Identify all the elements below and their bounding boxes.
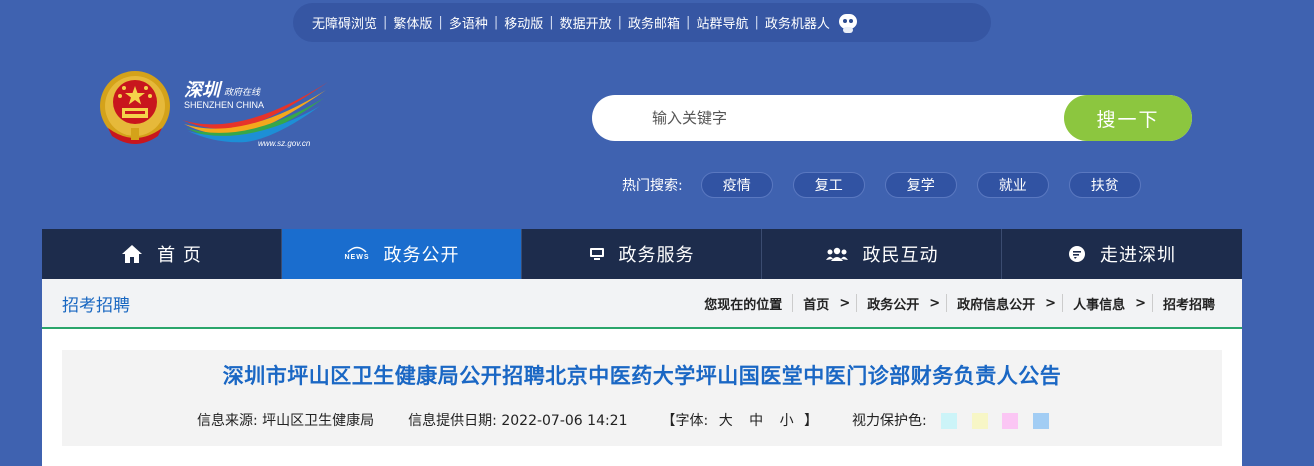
logo-script-small: 政府在线 xyxy=(224,87,261,98)
breadcrumb-gov-affairs[interactable]: 政务公开 xyxy=(860,294,926,313)
breadcrumb-info-disclosure[interactable]: 政府信息公开 xyxy=(950,294,1042,313)
hot-tag-epidemic[interactable]: 疫情 xyxy=(700,172,773,198)
chevron-right-icon: > xyxy=(1135,295,1146,311)
hot-tag-resume-school[interactable]: 复学 xyxy=(884,172,957,198)
section-title: 招考招聘 xyxy=(62,295,130,316)
nav-about-shenzhen-label: 走进深圳 xyxy=(1100,245,1176,266)
monitor-icon xyxy=(589,246,605,262)
search-button[interactable]: 搜一下 xyxy=(1064,95,1192,141)
source-label: 信息来源: xyxy=(197,413,258,429)
nav-interaction-label: 政民互动 xyxy=(862,245,939,266)
top-utility-bar: 无障碍浏览 | 繁体版 | 多语种 | 移动版 | 数据开放 | 政务邮箱 | … xyxy=(293,3,991,42)
hot-tag-resume-work[interactable]: 复工 xyxy=(792,172,865,198)
link-gov-robot[interactable]: 政务机器人 xyxy=(760,13,835,32)
logo-script-text: 深圳 xyxy=(184,80,223,101)
national-emblem-logo xyxy=(100,71,170,144)
robot-icon[interactable] xyxy=(837,13,859,33)
eye-color-pink[interactable] xyxy=(1002,413,1019,429)
font-small-button[interactable]: 小 xyxy=(780,413,794,429)
date-info: 信息提供日期: 2022-07-06 14:21 xyxy=(408,410,627,430)
link-languages[interactable]: 多语种 xyxy=(444,13,493,32)
link-gov-mail[interactable]: 政务邮箱 xyxy=(623,13,685,32)
shenzhen-gov-logo: 深圳 政府在线 SHENZHEN CHINA www.sz.gov.cn xyxy=(182,80,328,148)
link-open-data[interactable]: 数据开放 xyxy=(555,13,617,32)
news-icon: NEWS xyxy=(344,245,370,263)
eye-color-blue[interactable] xyxy=(1032,413,1049,429)
font-size-controls: 【字体: 大 中 小 】 xyxy=(662,410,819,430)
home-icon xyxy=(121,244,143,264)
nav-gov-affairs-label: 政务公开 xyxy=(383,245,460,266)
hot-searches: 热门搜索: 疫情 复工 复学 就业 扶贫 xyxy=(622,172,1161,198)
divider xyxy=(1151,294,1153,312)
article-header: 深圳市坪山区卫生健康局公开招聘北京中医药大学坪山国医堂中医门诊部财务负责人公告 … xyxy=(62,350,1222,446)
divider xyxy=(1062,294,1064,312)
source-info: 信息来源: 坪山区卫生健康局 xyxy=(197,410,374,430)
hot-tag-employment[interactable]: 就业 xyxy=(976,172,1049,198)
nav-about-shenzhen[interactable]: 走进深圳 xyxy=(1002,229,1242,279)
source-value: 坪山区卫生健康局 xyxy=(262,413,375,429)
main-nav: 首 页 NEWS 政务公开 政务服务 政民互动 走进深圳 xyxy=(42,229,1242,279)
font-close: 】 xyxy=(804,413,819,429)
eye-color-cyan[interactable] xyxy=(941,413,958,429)
article-title: 深圳市坪山区卫生健康局公开招聘北京中医药大学坪山国医堂中医门诊部财务负责人公告 xyxy=(222,364,1062,388)
font-medium-button[interactable]: 中 xyxy=(749,413,763,429)
chat-icon xyxy=(1068,245,1086,263)
hot-tag-poverty[interactable]: 扶贫 xyxy=(1068,172,1141,198)
eye-protection-label: 视力保护色: xyxy=(852,413,927,429)
link-mobile[interactable]: 移动版 xyxy=(499,13,548,32)
chevron-right-icon: > xyxy=(929,295,941,311)
font-label: 【字体: xyxy=(661,413,709,429)
breadcrumb-personnel[interactable]: 人事信息 xyxy=(1066,294,1132,313)
divider xyxy=(856,294,858,312)
svg-text:NEWS: NEWS xyxy=(344,254,369,261)
search-box: 搜一下 xyxy=(592,95,1192,141)
divider xyxy=(946,294,948,312)
people-icon xyxy=(825,246,849,262)
date-value: 2022-07-06 14:21 xyxy=(501,413,628,429)
nav-interaction[interactable]: 政民互动 xyxy=(762,229,1002,279)
eye-protection: 视力保护色: xyxy=(852,410,1049,430)
link-accessibility[interactable]: 无障碍浏览 xyxy=(307,13,382,32)
chevron-right-icon: > xyxy=(839,295,851,311)
chevron-right-icon: > xyxy=(1045,295,1057,311)
eye-color-yellow[interactable] xyxy=(971,413,988,429)
nav-gov-services[interactable]: 政务服务 xyxy=(522,229,762,279)
date-label: 信息提供日期: xyxy=(408,413,497,429)
breadcrumb-recruitment[interactable]: 招考招聘 xyxy=(1156,294,1222,313)
breadcrumb-home[interactable]: 首页 xyxy=(796,294,836,313)
nav-gov-services-label: 政务服务 xyxy=(618,245,695,266)
logo-en-text: SHENZHEN CHINA xyxy=(184,100,264,110)
nav-home[interactable]: 首 页 xyxy=(42,229,282,279)
content-panel: 招考招聘 您现在的位置 首页 > 政务公开 > 政府信息公开 > 人事信息 > … xyxy=(42,279,1242,466)
nav-home-label: 首 页 xyxy=(157,245,202,266)
nav-gov-affairs[interactable]: NEWS 政务公开 xyxy=(282,229,522,279)
breadcrumb: 您现在的位置 首页 > 政务公开 > 政府信息公开 > 人事信息 > 招考招聘 xyxy=(697,294,1222,313)
search-input[interactable] xyxy=(592,95,1072,141)
logo-url-text: www.sz.gov.cn xyxy=(258,139,311,148)
font-large-button[interactable]: 大 xyxy=(719,413,733,429)
breadcrumb-prefix: 您现在的位置 xyxy=(704,297,783,313)
hot-search-label: 热门搜索: xyxy=(622,178,683,194)
article-meta: 信息来源: 坪山区卫生健康局 信息提供日期: 2022-07-06 14:21 … xyxy=(197,410,1049,430)
section-header: 招考招聘 您现在的位置 首页 > 政务公开 > 政府信息公开 > 人事信息 > … xyxy=(42,279,1242,329)
divider xyxy=(792,294,794,312)
link-traditional[interactable]: 繁体版 xyxy=(388,13,437,32)
link-site-nav[interactable]: 站群导航 xyxy=(691,13,753,32)
